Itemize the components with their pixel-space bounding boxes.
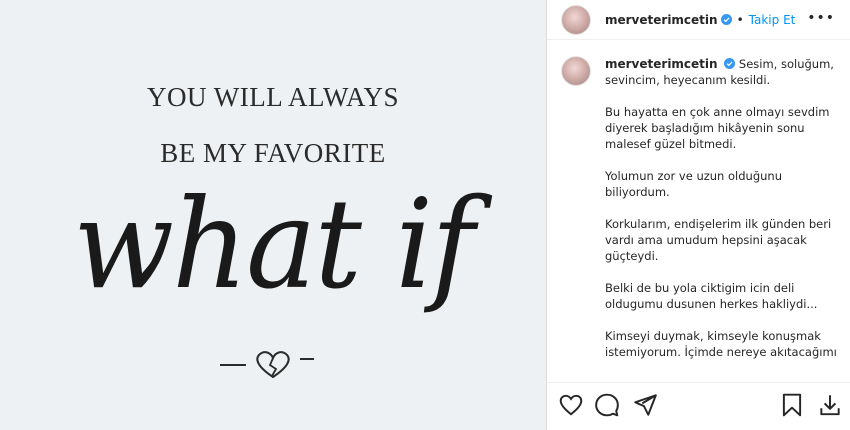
more-options-icon[interactable]: •••: [807, 10, 835, 26]
image-text-line1: YOU WILL ALWAYS: [147, 82, 399, 112]
comment-icon[interactable]: [594, 392, 620, 418]
save-icon[interactable]: [779, 392, 805, 418]
action-bar: [547, 382, 850, 430]
image-text-line2: BE MY FAVORITE: [160, 138, 386, 168]
image-script-text: what if: [73, 171, 475, 317]
caption-paragraph: Belki de bu yola ciktigim icin deli oldu…: [605, 281, 818, 311]
heart-icon[interactable]: [558, 392, 584, 418]
caption: merveterimcetin Sesim, soluğum, sevincim…: [561, 56, 847, 376]
caption-paragraph: Bu hayatta en çok anne olmayı sevdim diy…: [605, 105, 830, 151]
header-username[interactable]: merveterimcetin: [605, 13, 718, 27]
heart-ornament-icon: [220, 351, 314, 379]
caption-paragraph: Korkularım, endişelerim ilk günden beri …: [605, 217, 832, 263]
follow-button[interactable]: Takip Et: [749, 13, 796, 27]
caption-body: merveterimcetin Sesim, soluğum, sevincim…: [605, 56, 837, 376]
post-image[interactable]: YOU WILL ALWAYS BE MY FAVORITE what if: [0, 0, 546, 430]
download-icon[interactable]: [817, 392, 843, 418]
caption-paragraph: Yolumun zor ve uzun olduğunu biliyordum.: [605, 169, 782, 199]
post-side-panel: merveterimcetin • Takip Et ••• merveteri…: [546, 0, 850, 430]
verified-badge-icon: [724, 58, 736, 69]
verified-badge-icon: [720, 14, 732, 25]
caption-paragraph: Kimseyi duymak, kimseyle konuşmak istemi…: [605, 329, 837, 359]
post-header: merveterimcetin • Takip Et •••: [547, 0, 850, 40]
avatar[interactable]: [561, 4, 591, 35]
caption-username[interactable]: merveterimcetin: [605, 57, 718, 71]
separator-dot: •: [736, 12, 744, 27]
caption-avatar[interactable]: [561, 56, 591, 86]
share-icon[interactable]: [632, 392, 658, 418]
